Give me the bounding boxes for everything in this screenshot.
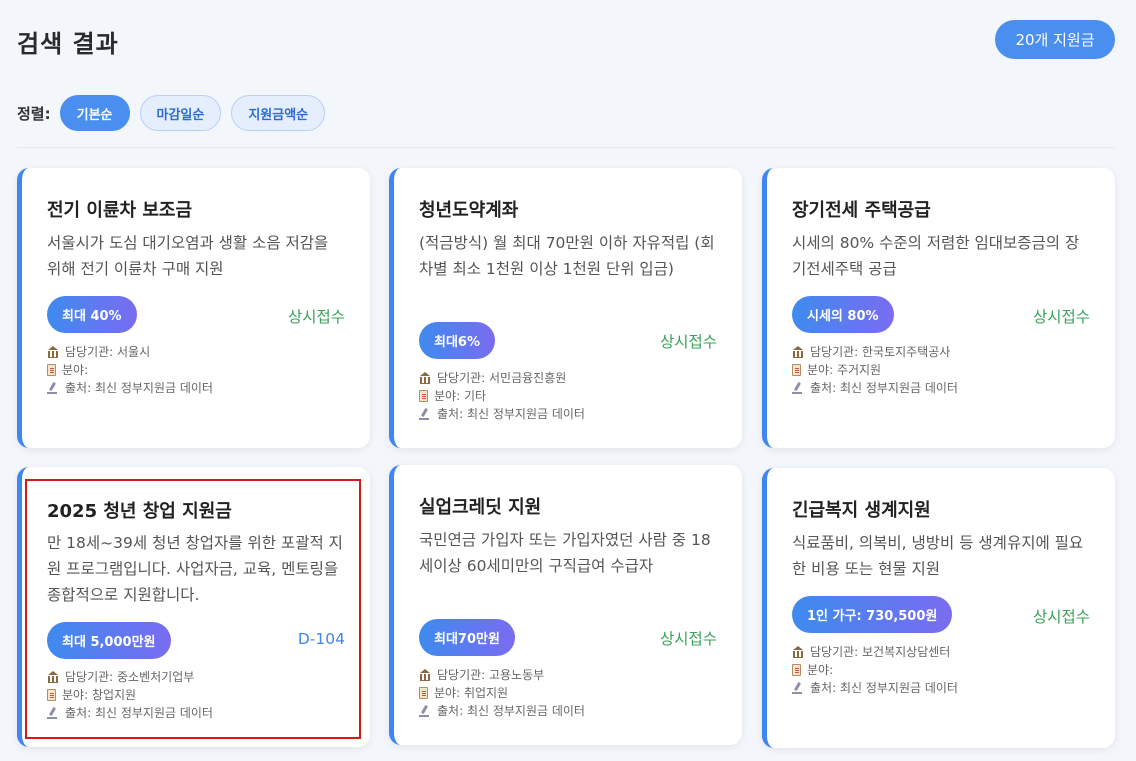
grant-card[interactable]: 장기전세 주택공급 시세의 80% 수준의 저렴한 임대보증금의 장기전세주택 … bbox=[762, 168, 1115, 448]
microscope-icon bbox=[419, 408, 431, 420]
sort-bar: 정렬: 기본순 마감일순 지원금액순 bbox=[17, 95, 335, 131]
amount-badge: 최대6% bbox=[419, 322, 495, 359]
grant-card[interactable]: 청년도약계좌 (적금방식) 월 최대 70만원 이하 자유적립 (회차별 최소 … bbox=[389, 168, 742, 448]
card-meta: 담당기관: 중소벤처기업부 분야: 창업지원 출처: 최신 정부지원금 데이터 bbox=[47, 668, 213, 722]
card-description: (적금방식) 월 최대 70만원 이하 자유적립 (회차별 최소 1천원 이상 … bbox=[419, 234, 715, 278]
status-label: 상시접수 bbox=[1032, 308, 1090, 326]
page-title: 검색 결과 bbox=[17, 30, 119, 58]
field-text: 분야: 주거지원 bbox=[807, 363, 882, 377]
microscope-icon bbox=[419, 705, 431, 717]
agency-text: 담당기관: 한국토지주택공사 bbox=[810, 345, 951, 359]
bank-icon bbox=[47, 671, 59, 683]
sort-label: 정렬: bbox=[17, 104, 51, 123]
sort-default-button[interactable]: 기본순 bbox=[59, 95, 130, 131]
results-count-badge: 20개 지원금 bbox=[995, 20, 1115, 59]
amount-badge: 최대70만원 bbox=[419, 619, 515, 656]
field-text: 분야: bbox=[62, 363, 89, 377]
bank-icon bbox=[419, 372, 431, 384]
clipboard-icon bbox=[47, 364, 56, 376]
card-title: 장기전세 주택공급 bbox=[792, 200, 931, 221]
agency-text: 담당기관: 서울시 bbox=[65, 345, 151, 359]
card-title: 실업크레딧 지원 bbox=[419, 497, 542, 518]
source-text: 출처: 최신 정부지원금 데이터 bbox=[65, 381, 213, 395]
amount-badge: 최대 40% bbox=[47, 296, 137, 333]
clipboard-icon bbox=[419, 687, 428, 699]
card-description: 식료품비, 의복비, 냉방비 등 생계유지에 필요한 비용 또는 현물 지원 bbox=[792, 534, 1084, 578]
deadline-label: D-104 bbox=[297, 630, 345, 648]
grant-card[interactable]: 2025 청년 창업 지원금 만 18세~39세 청년 창업자를 위한 포괄적 … bbox=[17, 467, 370, 747]
grant-card[interactable]: 전기 이륜차 보조금 서울시가 도심 대기오염과 생활 소음 저감을 위해 전기… bbox=[17, 168, 370, 448]
status-label: 상시접수 bbox=[659, 630, 717, 648]
source-text: 출처: 최신 정부지원금 데이터 bbox=[65, 706, 213, 720]
card-description: 국민연금 가입자 또는 가입자였던 사람 중 18세이상 60세미만의 구직급여… bbox=[419, 531, 711, 575]
agency-text: 담당기관: 보건복지상담센터 bbox=[810, 645, 951, 659]
agency-text: 담당기관: 고용노동부 bbox=[437, 668, 545, 682]
agency-text: 담당기관: 서민금융진흥원 bbox=[437, 371, 567, 385]
field-text: 분야: bbox=[807, 663, 834, 677]
grant-card[interactable]: 긴급복지 생계지원 식료품비, 의복비, 냉방비 등 생계유지에 필요한 비용 … bbox=[762, 468, 1115, 748]
microscope-icon bbox=[792, 382, 804, 394]
amount-badge: 1인 가구: 730,500원 bbox=[792, 596, 953, 633]
grant-card[interactable]: 실업크레딧 지원 국민연금 가입자 또는 가입자였던 사람 중 18세이상 60… bbox=[389, 465, 742, 745]
card-meta: 담당기관: 고용노동부 분야: 취업지원 출처: 최신 정부지원금 데이터 bbox=[419, 666, 585, 720]
card-title: 긴급복지 생계지원 bbox=[792, 500, 931, 521]
clipboard-icon bbox=[419, 390, 428, 402]
source-text: 출처: 최신 정부지원금 데이터 bbox=[437, 407, 585, 421]
status-label: 상시접수 bbox=[287, 308, 345, 326]
source-text: 출처: 최신 정부지원금 데이터 bbox=[437, 704, 585, 718]
sort-deadline-button[interactable]: 마감일순 bbox=[139, 95, 222, 131]
microscope-icon bbox=[47, 382, 59, 394]
agency-text: 담당기관: 중소벤처기업부 bbox=[65, 670, 195, 684]
clipboard-icon bbox=[792, 664, 801, 676]
card-meta: 담당기관: 보건복지상담센터 분야: 출처: 최신 정부지원금 데이터 bbox=[792, 643, 958, 697]
card-description: 서울시가 도심 대기오염과 생활 소음 저감을 위해 전기 이륜차 구매 지원 bbox=[47, 234, 329, 278]
bank-icon bbox=[419, 669, 431, 681]
clipboard-icon bbox=[47, 689, 56, 701]
card-title: 청년도약계좌 bbox=[419, 200, 519, 221]
amount-badge: 최대 5,000만원 bbox=[47, 622, 171, 659]
card-title: 2025 청년 창업 지원금 bbox=[47, 501, 232, 522]
card-meta: 담당기관: 한국토지주택공사 분야: 주거지원 출처: 최신 정부지원금 데이터 bbox=[792, 343, 958, 397]
card-meta: 담당기관: 서민금융진흥원 분야: 기타 출처: 최신 정부지원금 데이터 bbox=[419, 369, 585, 423]
microscope-icon bbox=[792, 682, 804, 694]
sort-amount-button[interactable]: 지원금액순 bbox=[231, 95, 326, 131]
microscope-icon bbox=[47, 707, 59, 719]
field-text: 분야: 취업지원 bbox=[434, 686, 509, 700]
status-label: 상시접수 bbox=[1032, 608, 1090, 626]
status-label: 상시접수 bbox=[659, 333, 717, 351]
card-description: 시세의 80% 수준의 저렴한 임대보증금의 장기전세주택 공급 bbox=[792, 234, 1080, 278]
bank-icon bbox=[792, 646, 804, 658]
card-description: 만 18세~39세 청년 창업자를 위한 포괄적 지원 프로그램입니다. 사업자… bbox=[47, 534, 343, 604]
bank-icon bbox=[792, 346, 804, 358]
clipboard-icon bbox=[792, 364, 801, 376]
field-text: 분야: 기타 bbox=[434, 389, 487, 403]
divider bbox=[17, 147, 1115, 148]
amount-badge: 시세의 80% bbox=[792, 296, 894, 333]
source-text: 출처: 최신 정부지원금 데이터 bbox=[810, 681, 958, 695]
source-text: 출처: 최신 정부지원금 데이터 bbox=[810, 381, 958, 395]
card-title: 전기 이륜차 보조금 bbox=[47, 200, 193, 221]
field-text: 분야: 창업지원 bbox=[62, 688, 137, 702]
card-meta: 담당기관: 서울시 분야: 출처: 최신 정부지원금 데이터 bbox=[47, 343, 213, 397]
bank-icon bbox=[47, 346, 59, 358]
